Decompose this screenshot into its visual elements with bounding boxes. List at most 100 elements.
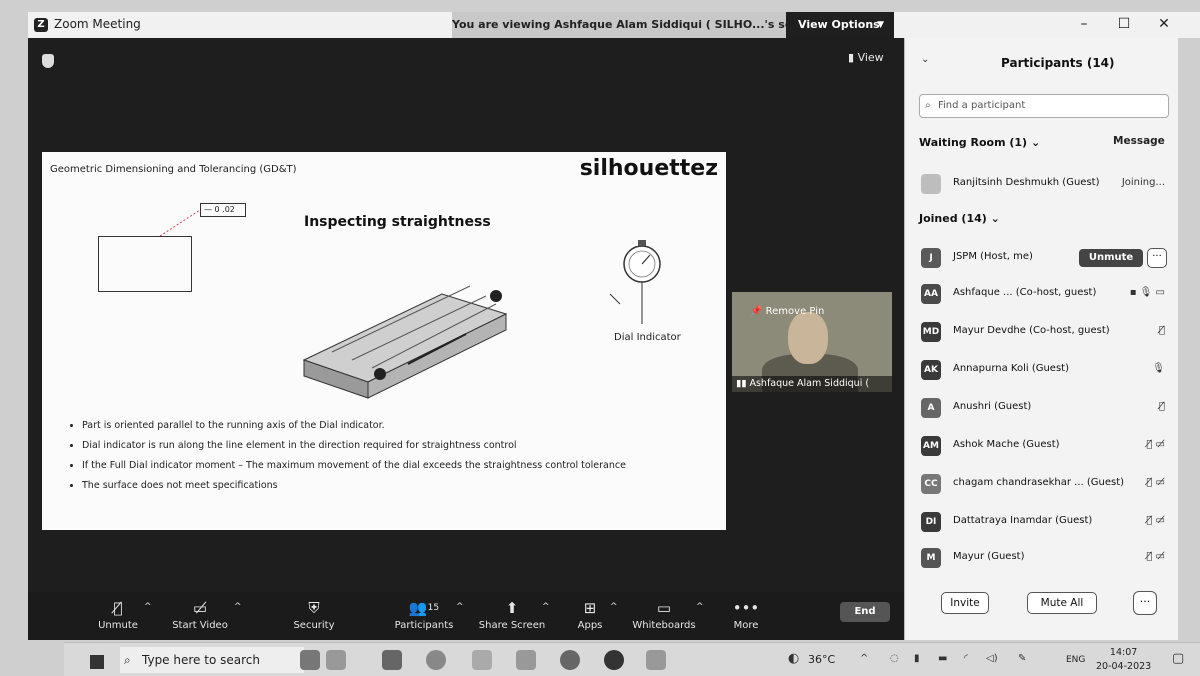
- video-person-face: [788, 312, 828, 364]
- volume-icon[interactable]: ◁): [986, 653, 998, 664]
- more-button[interactable]: ••• More: [704, 598, 788, 631]
- panel-more-button[interactable]: ···: [1133, 591, 1157, 615]
- participant-status: Joining...: [1121, 177, 1165, 188]
- participant-row[interactable]: AM Ashok Mache (Guest) 🎙̸ ▭̸: [919, 434, 1169, 458]
- avatar: AA: [921, 284, 941, 304]
- powerpoint-icon[interactable]: [646, 650, 666, 670]
- participant-row[interactable]: MD Mayur Devdhe (Co-host, guest) 🎙̸: [919, 320, 1169, 344]
- meeting-toolbar: 🎙̸ Unmute ^ ▭̸ Start Video ^ ⛨ Security …: [28, 592, 904, 640]
- avatar: AK: [921, 360, 941, 380]
- remove-pin-label: Remove Pin: [765, 306, 825, 317]
- app-title: Zoom Meeting: [54, 17, 141, 31]
- avatar: [921, 174, 941, 194]
- audio-options-caret-icon[interactable]: ^: [144, 602, 152, 612]
- meet-now-icon[interactable]: ◌: [890, 653, 899, 664]
- chrome-icon[interactable]: [560, 650, 580, 670]
- close-button[interactable]: ✕: [1154, 16, 1174, 32]
- viewing-banner: You are viewing Ashfaque Alam Siddiqui (…: [452, 12, 808, 38]
- participant-name: Annapurna Koli (Guest): [953, 363, 1069, 374]
- participants-caret-icon[interactable]: ^: [456, 602, 464, 612]
- shield-icon[interactable]: [42, 54, 54, 68]
- chevron-down-icon: ▼: [877, 20, 884, 30]
- participants-button[interactable]: 👥15 Participants: [382, 598, 466, 631]
- end-meeting-button[interactable]: End: [840, 602, 890, 622]
- collapse-panel-icon[interactable]: ⌄: [921, 54, 929, 65]
- message-waiting-room-button[interactable]: Message: [1113, 135, 1165, 147]
- view-options-button[interactable]: View Options ▼: [786, 12, 894, 38]
- participant-row[interactable]: AA Ashfaque ... (Co-host, guest) ▪ 🎙 ▭: [919, 282, 1169, 306]
- waiting-participant-row[interactable]: Ranjitsinh Deshmukh (Guest) Joining...: [919, 172, 1169, 196]
- share-screen-label: Share Screen: [478, 620, 546, 631]
- invite-button[interactable]: Invite: [941, 592, 989, 614]
- start-video-label: Start Video: [172, 620, 228, 631]
- weather-icon[interactable]: ◐: [788, 651, 799, 666]
- video-participant-name: Ashfaque Alam Siddiqui (: [749, 378, 870, 389]
- microphone-icon[interactable]: ▮: [914, 653, 920, 664]
- mute-all-button[interactable]: Mute All: [1027, 592, 1097, 614]
- apps-button[interactable]: ⊞ Apps: [548, 598, 632, 631]
- minimize-button[interactable]: –: [1074, 16, 1094, 32]
- participant-more-button[interactable]: ···: [1147, 248, 1167, 268]
- participant-name: Anushri (Guest): [953, 401, 1032, 412]
- taskbar-search[interactable]: ⌕ Type here to search: [120, 647, 304, 673]
- zoom-app-icon[interactable]: [300, 650, 320, 670]
- silhouettez-logo: silhouettez: [579, 156, 718, 181]
- more-label: More: [733, 620, 759, 631]
- slide-header: Geometric Dimensioning and Tolerancing (…: [50, 164, 297, 175]
- apps-caret-icon[interactable]: ^: [610, 602, 618, 612]
- participant-row[interactable]: J JSPM (Host, me) Unmute ···: [919, 246, 1169, 270]
- participant-name: Dattatraya Inamdar (Guest): [953, 515, 1093, 526]
- participants-label: Participants: [394, 620, 454, 631]
- pinned-video-tile[interactable]: 📌 Remove Pin ▮▮ Ashfaque Alam Siddiqui (: [732, 292, 892, 392]
- waiting-room-label: Waiting Room (1): [919, 136, 1028, 149]
- notification-icon[interactable]: ▢: [1172, 651, 1184, 666]
- joined-header[interactable]: Joined (14) ⌄: [919, 212, 1000, 225]
- participant-row[interactable]: CC chagam chandrasekhar ... (Guest) 🎙̸ ▭…: [919, 472, 1169, 496]
- whiteboards-button[interactable]: ▭ Whiteboards: [622, 598, 706, 631]
- unmute-self-button[interactable]: Unmute: [1079, 249, 1143, 267]
- participant-row[interactable]: M Mayur (Guest) 🎙̸ ▭̸: [919, 546, 1169, 570]
- security-button[interactable]: ⛨ Security: [272, 598, 356, 631]
- participant-row[interactable]: DI Dattatraya Inamdar (Guest) 🎙̸ ▭̸: [919, 510, 1169, 534]
- taskbar-search-placeholder: Type here to search: [142, 653, 260, 667]
- temperature: 36°C: [808, 653, 836, 666]
- video-name-label: ▮▮ Ashfaque Alam Siddiqui (: [732, 376, 892, 392]
- apps-label: Apps: [577, 620, 603, 631]
- waiting-room-header[interactable]: Waiting Room (1) ⌄: [919, 136, 1040, 149]
- participant-name: chagam chandrasekhar ... (Guest): [953, 477, 1125, 488]
- mail-icon[interactable]: [516, 650, 536, 670]
- tray-overflow-icon[interactable]: ^: [860, 653, 868, 664]
- leader-line: [159, 209, 201, 237]
- battery-icon[interactable]: ▬: [938, 653, 947, 664]
- store-icon[interactable]: [472, 650, 492, 670]
- surface-plate-drawing: [302, 285, 508, 399]
- participant-media-status: 🎙̸ ▭̸: [1146, 551, 1165, 562]
- participant-row[interactable]: A Anushri (Guest) 🎙̸: [919, 396, 1169, 420]
- language-indicator[interactable]: ENG: [1066, 655, 1085, 665]
- view-button[interactable]: ▮ View: [848, 51, 884, 64]
- video-options-caret-icon[interactable]: ^: [234, 602, 242, 612]
- start-video-button[interactable]: ▭̸ Start Video: [158, 598, 242, 631]
- apps-icon: ⊞: [583, 599, 597, 617]
- pen-icon[interactable]: ✎: [1018, 653, 1026, 664]
- edge-browser-icon[interactable]: [426, 650, 446, 670]
- avatar: A: [921, 398, 941, 418]
- clock-date: 20-04-2023: [1096, 661, 1152, 672]
- file-explorer-icon[interactable]: [326, 650, 346, 670]
- taskbar-clock[interactable]: 14:07 20-04-2023: [1096, 646, 1151, 674]
- more-dots-icon: •••: [732, 599, 760, 617]
- participant-row[interactable]: AK Annapurna Koli (Guest) 🎙: [919, 358, 1169, 382]
- whiteboards-caret-icon[interactable]: ^: [696, 602, 704, 612]
- participants-icon: 👥15: [408, 599, 440, 617]
- wifi-icon[interactable]: ◜: [964, 653, 968, 664]
- maximize-button[interactable]: ☐: [1114, 16, 1134, 32]
- zoom-logo-icon: Z: [34, 18, 48, 32]
- remove-pin-button[interactable]: 📌 Remove Pin: [750, 306, 824, 317]
- windows-start-icon[interactable]: [90, 655, 104, 669]
- participant-media-status: ▪ 🎙 ▭: [1129, 287, 1165, 298]
- find-participant-input[interactable]: ⌕ Find a participant: [919, 94, 1169, 118]
- task-view-icon[interactable]: [382, 650, 402, 670]
- zoom-taskbar-icon[interactable]: [604, 650, 624, 670]
- participants-count: 15: [427, 603, 440, 613]
- participant-media-status: 🎙̸: [1158, 401, 1165, 412]
